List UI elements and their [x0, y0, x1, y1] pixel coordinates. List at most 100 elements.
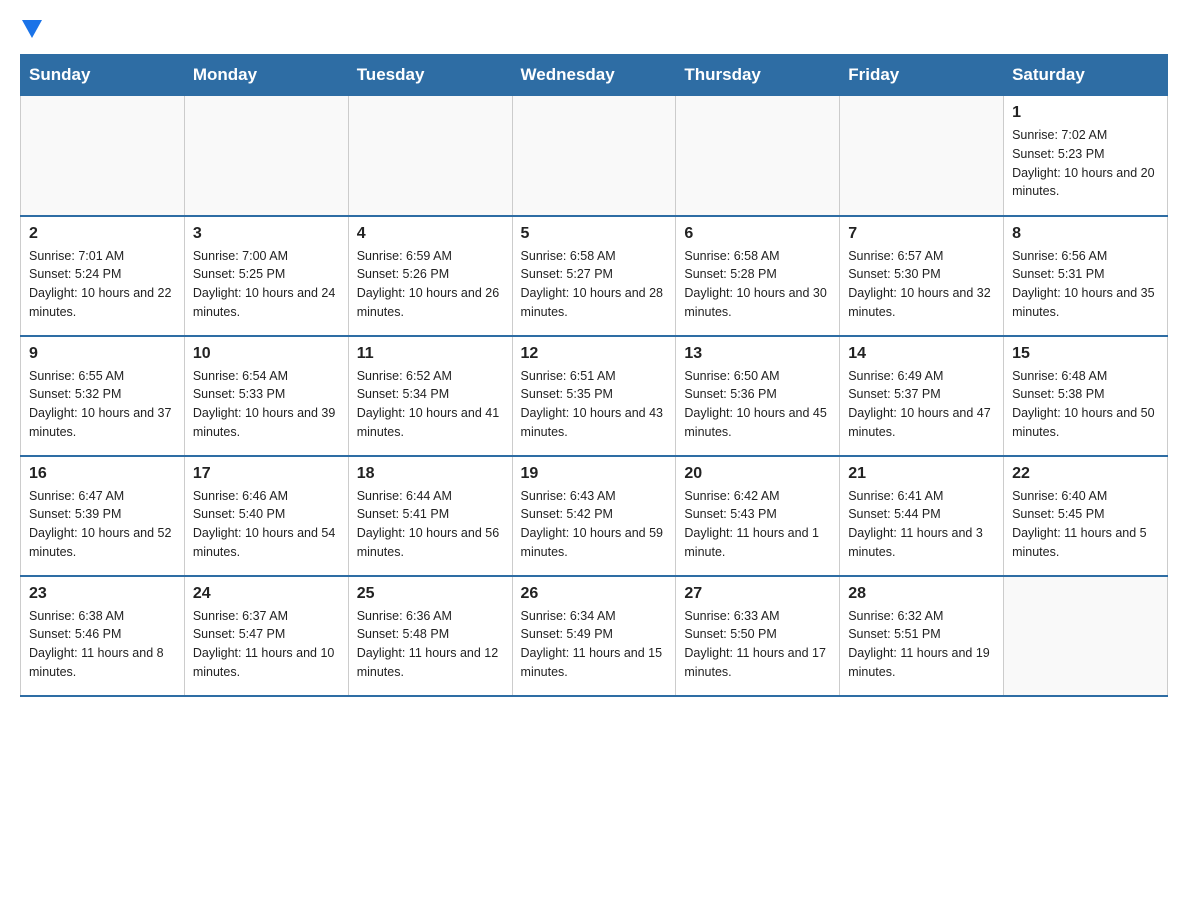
day-number: 2	[29, 225, 176, 243]
day-number: 19	[521, 465, 668, 483]
calendar-cell: 24Sunrise: 6:37 AM Sunset: 5:47 PM Dayli…	[184, 576, 348, 696]
calendar-cell: 5 Sunrise: 6:58 AM Sunset: 5:27 PM Daylig…	[512, 216, 676, 336]
calendar-cell: 15 Sunrise: 6:48 AM Sunset: 5:38 PM Dayli…	[1004, 336, 1168, 456]
day-header-friday: Friday	[840, 55, 1004, 96]
week-row-1: 1 Sunrise: 7:02 AM Sunset: 5:23 PM Daylig…	[21, 96, 1168, 216]
day-number: 22	[1012, 465, 1159, 483]
day-number: 17	[193, 465, 340, 483]
day-number: 7	[848, 225, 995, 243]
calendar-cell: 17 Sunrise: 6:46 AM Sunset: 5:40 PM Dayli…	[184, 456, 348, 576]
calendar-cell: 14 Sunrise: 6:49 AM Sunset: 5:37 PM Dayli…	[840, 336, 1004, 456]
day-number: 3	[193, 225, 340, 243]
day-info: Sunrise: 6:41 AM Sunset: 5:44 PM Dayligh…	[848, 487, 995, 562]
calendar-cell: 19Sunrise: 6:43 AM Sunset: 5:42 PM Dayli…	[512, 456, 676, 576]
week-row-3: 9 Sunrise: 6:55 AM Sunset: 5:32 PM Daylig…	[21, 336, 1168, 456]
day-header-monday: Monday	[184, 55, 348, 96]
calendar-cell: 6Sunrise: 6:58 AM Sunset: 5:28 PM Daylig…	[676, 216, 840, 336]
calendar-cell: 12 Sunrise: 6:51 AM Sunset: 5:35 PM Dayli…	[512, 336, 676, 456]
day-info: Sunrise: 6:48 AM Sunset: 5:38 PM Dayligh…	[1012, 367, 1159, 442]
day-info: Sunrise: 6:54 AM Sunset: 5:33 PM Dayligh…	[193, 367, 340, 442]
day-number: 14	[848, 345, 995, 363]
calendar-cell: 9 Sunrise: 6:55 AM Sunset: 5:32 PM Daylig…	[21, 336, 185, 456]
day-info: Sunrise: 7:00 AM Sunset: 5:25 PM Dayligh…	[193, 247, 340, 322]
day-info: Sunrise: 6:55 AM Sunset: 5:32 PM Dayligh…	[29, 367, 176, 442]
calendar-cell: 10 Sunrise: 6:54 AM Sunset: 5:33 PM Dayli…	[184, 336, 348, 456]
calendar-cell: 23 Sunrise: 6:38 AM Sunset: 5:46 PM Dayli…	[21, 576, 185, 696]
day-number: 12	[521, 345, 668, 363]
logo	[20, 20, 48, 38]
logo-triangle-icon	[22, 20, 42, 38]
day-header-thursday: Thursday	[676, 55, 840, 96]
calendar-cell: 4 Sunrise: 6:59 AM Sunset: 5:26 PM Daylig…	[348, 216, 512, 336]
day-number: 15	[1012, 345, 1159, 363]
day-info: Sunrise: 6:38 AM Sunset: 5:46 PM Dayligh…	[29, 607, 176, 682]
calendar-cell	[184, 96, 348, 216]
calendar-cell: 3 Sunrise: 7:00 AM Sunset: 5:25 PM Daylig…	[184, 216, 348, 336]
calendar-cell	[840, 96, 1004, 216]
day-number: 25	[357, 585, 504, 603]
day-number: 5	[521, 225, 668, 243]
day-number: 20	[684, 465, 831, 483]
calendar-cell	[512, 96, 676, 216]
calendar-table: SundayMondayTuesdayWednesdayThursdayFrid…	[20, 54, 1168, 697]
day-info: Sunrise: 6:58 AM Sunset: 5:28 PM Dayligh…	[684, 247, 831, 322]
calendar-body: 1 Sunrise: 7:02 AM Sunset: 5:23 PM Daylig…	[21, 96, 1168, 696]
calendar-cell: 18 Sunrise: 6:44 AM Sunset: 5:41 PM Dayli…	[348, 456, 512, 576]
day-info: Sunrise: 6:57 AM Sunset: 5:30 PM Dayligh…	[848, 247, 995, 322]
day-header-wednesday: Wednesday	[512, 55, 676, 96]
day-number: 28	[848, 585, 995, 603]
calendar-cell: 1 Sunrise: 7:02 AM Sunset: 5:23 PM Daylig…	[1004, 96, 1168, 216]
calendar-header: SundayMondayTuesdayWednesdayThursdayFrid…	[21, 55, 1168, 96]
day-number: 1	[1012, 104, 1159, 122]
day-number: 21	[848, 465, 995, 483]
day-info: Sunrise: 6:58 AM Sunset: 5:27 PM Dayligh…	[521, 247, 668, 322]
calendar-cell: 27Sunrise: 6:33 AM Sunset: 5:50 PM Dayli…	[676, 576, 840, 696]
day-info: Sunrise: 6:37 AM Sunset: 5:47 PM Dayligh…	[193, 607, 340, 682]
day-number: 18	[357, 465, 504, 483]
day-info: Sunrise: 6:34 AM Sunset: 5:49 PM Dayligh…	[521, 607, 668, 682]
calendar-cell: 28Sunrise: 6:32 AM Sunset: 5:51 PM Dayli…	[840, 576, 1004, 696]
day-number: 13	[684, 345, 831, 363]
calendar-cell: 7 Sunrise: 6:57 AM Sunset: 5:30 PM Daylig…	[840, 216, 1004, 336]
day-info: Sunrise: 6:36 AM Sunset: 5:48 PM Dayligh…	[357, 607, 504, 682]
calendar-cell: 11Sunrise: 6:52 AM Sunset: 5:34 PM Dayli…	[348, 336, 512, 456]
day-info: Sunrise: 7:01 AM Sunset: 5:24 PM Dayligh…	[29, 247, 176, 322]
calendar-cell: 16 Sunrise: 6:47 AM Sunset: 5:39 PM Dayli…	[21, 456, 185, 576]
day-info: Sunrise: 6:42 AM Sunset: 5:43 PM Dayligh…	[684, 487, 831, 562]
day-number: 10	[193, 345, 340, 363]
calendar-cell	[348, 96, 512, 216]
day-info: Sunrise: 6:56 AM Sunset: 5:31 PM Dayligh…	[1012, 247, 1159, 322]
day-info: Sunrise: 6:51 AM Sunset: 5:35 PM Dayligh…	[521, 367, 668, 442]
day-number: 16	[29, 465, 176, 483]
day-number: 27	[684, 585, 831, 603]
calendar-cell: 8 Sunrise: 6:56 AM Sunset: 5:31 PM Daylig…	[1004, 216, 1168, 336]
week-row-5: 23 Sunrise: 6:38 AM Sunset: 5:46 PM Dayli…	[21, 576, 1168, 696]
day-number: 8	[1012, 225, 1159, 243]
day-header-row: SundayMondayTuesdayWednesdayThursdayFrid…	[21, 55, 1168, 96]
calendar-cell: 21 Sunrise: 6:41 AM Sunset: 5:44 PM Dayli…	[840, 456, 1004, 576]
day-info: Sunrise: 6:50 AM Sunset: 5:36 PM Dayligh…	[684, 367, 831, 442]
week-row-4: 16 Sunrise: 6:47 AM Sunset: 5:39 PM Dayli…	[21, 456, 1168, 576]
calendar-cell: 26 Sunrise: 6:34 AM Sunset: 5:49 PM Dayli…	[512, 576, 676, 696]
calendar-cell: 13 Sunrise: 6:50 AM Sunset: 5:36 PM Dayli…	[676, 336, 840, 456]
day-info: Sunrise: 6:44 AM Sunset: 5:41 PM Dayligh…	[357, 487, 504, 562]
day-number: 4	[357, 225, 504, 243]
day-number: 23	[29, 585, 176, 603]
day-info: Sunrise: 6:49 AM Sunset: 5:37 PM Dayligh…	[848, 367, 995, 442]
day-info: Sunrise: 7:02 AM Sunset: 5:23 PM Dayligh…	[1012, 126, 1159, 201]
calendar-cell	[676, 96, 840, 216]
day-info: Sunrise: 6:47 AM Sunset: 5:39 PM Dayligh…	[29, 487, 176, 562]
calendar-cell: 2 Sunrise: 7:01 AM Sunset: 5:24 PM Daylig…	[21, 216, 185, 336]
calendar-cell: 22 Sunrise: 6:40 AM Sunset: 5:45 PM Dayli…	[1004, 456, 1168, 576]
calendar-cell	[1004, 576, 1168, 696]
day-number: 26	[521, 585, 668, 603]
day-info: Sunrise: 6:40 AM Sunset: 5:45 PM Dayligh…	[1012, 487, 1159, 562]
day-info: Sunrise: 6:59 AM Sunset: 5:26 PM Dayligh…	[357, 247, 504, 322]
day-header-saturday: Saturday	[1004, 55, 1168, 96]
day-number: 9	[29, 345, 176, 363]
day-header-tuesday: Tuesday	[348, 55, 512, 96]
week-row-2: 2 Sunrise: 7:01 AM Sunset: 5:24 PM Daylig…	[21, 216, 1168, 336]
day-info: Sunrise: 6:46 AM Sunset: 5:40 PM Dayligh…	[193, 487, 340, 562]
day-info: Sunrise: 6:52 AM Sunset: 5:34 PM Dayligh…	[357, 367, 504, 442]
calendar-cell	[21, 96, 185, 216]
